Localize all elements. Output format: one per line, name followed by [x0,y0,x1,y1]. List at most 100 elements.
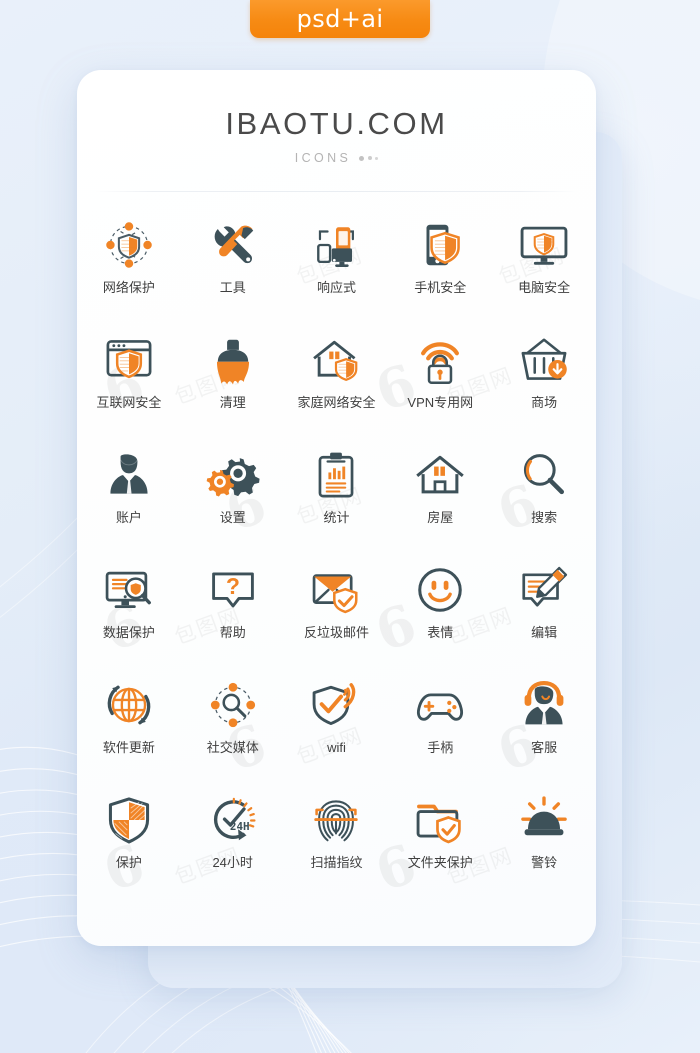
icon-cell-folder-protection[interactable]: 文件夹保护 [388,789,492,904]
icon-label: 房屋 [427,510,454,525]
responsive-icon [309,214,363,276]
icon-cell-customer-service[interactable]: 客服 [492,674,596,789]
psd-ai-badge: psd+ai [250,0,430,38]
icon-label: 反垃圾邮件 [303,625,369,640]
svg-text:24H: 24H [230,820,250,833]
icon-cell-search[interactable]: 搜索 [492,444,596,559]
icon-cell-gamepad[interactable]: 手柄 [388,674,492,789]
alarm-bell-icon [517,789,571,851]
icon-label: VPN专用网 [407,395,474,410]
data-protection-icon [102,559,156,621]
page-subtitle-label: ICONS [294,151,352,165]
gamepad-icon [413,674,467,736]
icon-cell-statistics[interactable]: 统计 [285,444,389,559]
edit-pencil-icon [517,559,571,621]
icon-cell-edit[interactable]: 编辑 [492,559,596,674]
fingerprint-scan-icon [309,789,363,851]
page-subtitle: ICONS [77,151,596,165]
icon-label: 清理 [219,395,246,410]
icon-cell-house[interactable]: 房屋 [388,444,492,559]
icon-cell-internet-security[interactable]: 互联网安全 [77,329,181,444]
icon-label: 手柄 [427,740,454,755]
icon-label: 设置 [219,510,246,525]
icon-label: 商场 [531,395,558,410]
house-icon [413,444,467,506]
emoji-smiley-icon [413,559,467,621]
icon-cell-tools[interactable]: 工具 [181,214,285,329]
anti-spam-mail-icon [309,559,363,621]
icon-cell-responsive[interactable]: 响应式 [285,214,389,329]
icon-cell-emoji[interactable]: 表情 [388,559,492,674]
page-title: IBAOTU.COM [225,106,448,141]
icon-cell-anti-spam[interactable]: 反垃圾邮件 [285,559,389,674]
icon-label: 电脑安全 [518,280,571,295]
wifi-shield-icon [309,674,363,736]
psd-ai-badge-label: psd+ai [296,5,384,33]
subtitle-dots-icon [359,155,379,161]
icon-label: 数据保护 [102,625,155,640]
social-media-icon [206,674,260,736]
icon-grid: 网络保护 工具 响应式 手机安全 电脑安全 互联网安全 清理 家庭网络安全 VP… [77,214,596,904]
internet-security-icon [102,329,156,391]
icon-label: 手机安全 [414,280,467,295]
card-header: IBAOTU.COM ICONS [77,70,596,192]
search-magnifier-icon [517,444,571,506]
customer-service-agent-icon [517,674,571,736]
24-hours-clock-icon: 24H [206,789,260,851]
icon-cell-computer-security[interactable]: 电脑安全 [492,214,596,329]
home-network-security-icon [309,329,363,391]
icon-label: 统计 [323,510,350,525]
icon-cell-social-media[interactable]: 社交媒体 [181,674,285,789]
icon-label: 账户 [115,510,142,525]
icon-cell-shopping-mall[interactable]: 商场 [492,329,596,444]
icon-label: 网络保护 [102,280,155,295]
icon-cell-home-network-security[interactable]: 家庭网络安全 [285,329,389,444]
icon-cell-vpn[interactable]: VPN专用网 [388,329,492,444]
icon-label: 工具 [219,280,246,295]
statistics-clipboard-icon [309,444,363,506]
icon-label: 客服 [531,740,558,755]
icon-label: 响应式 [316,280,356,295]
icon-cell-24-hours[interactable]: 24H 24小时 [181,789,285,904]
icon-set-card: 6 包图网 6 包图网 6 包图网 6 6 包图网 6 包图网 6 包图网 6 … [77,70,596,946]
icon-label: 24小时 [212,855,253,870]
icon-label: 搜索 [531,510,558,525]
icon-label: 帮助 [219,625,246,640]
account-user-icon [102,444,156,506]
icon-label: 互联网安全 [96,395,162,410]
icon-label: 警铃 [531,855,558,870]
svg-text:?: ? [226,573,240,599]
icon-cell-settings[interactable]: 设置 [181,444,285,559]
software-update-globe-icon [102,674,156,736]
icon-cell-cleaning[interactable]: 清理 [181,329,285,444]
icon-label: 社交媒体 [206,740,259,755]
network-protection-icon [102,214,156,276]
icon-cell-software-update[interactable]: 软件更新 [77,674,181,789]
icon-label: 编辑 [531,625,558,640]
icon-cell-network-protection[interactable]: 网络保护 [77,214,181,329]
icon-cell-data-protection[interactable]: 数据保护 [77,559,181,674]
icon-cell-alarm-bell[interactable]: 警铃 [492,789,596,904]
icon-cell-phone-security[interactable]: 手机安全 [388,214,492,329]
computer-security-icon [517,214,571,276]
icon-cell-account[interactable]: 账户 [77,444,181,559]
icon-label: 家庭网络安全 [297,395,376,410]
icon-cell-protection[interactable]: 保护 [77,789,181,904]
cleaning-brush-icon [206,329,260,391]
shopping-basket-icon [517,329,571,391]
icon-label: 表情 [427,625,454,640]
folder-protection-icon [413,789,467,851]
icon-label: 文件夹保护 [407,855,473,870]
phone-security-icon [413,214,467,276]
header-divider [95,191,578,192]
settings-gear-icon [206,444,260,506]
help-question-icon: ? [206,559,260,621]
icon-cell-wifi[interactable]: wifi [285,674,389,789]
icon-cell-help[interactable]: ? 帮助 [181,559,285,674]
icon-label: 软件更新 [102,740,155,755]
protection-shield-icon [102,789,156,851]
icon-label: wifi [327,740,346,755]
icon-cell-fingerprint-scan[interactable]: 扫描指纹 [285,789,389,904]
icon-label: 保护 [115,855,142,870]
vpn-lock-icon [413,329,467,391]
